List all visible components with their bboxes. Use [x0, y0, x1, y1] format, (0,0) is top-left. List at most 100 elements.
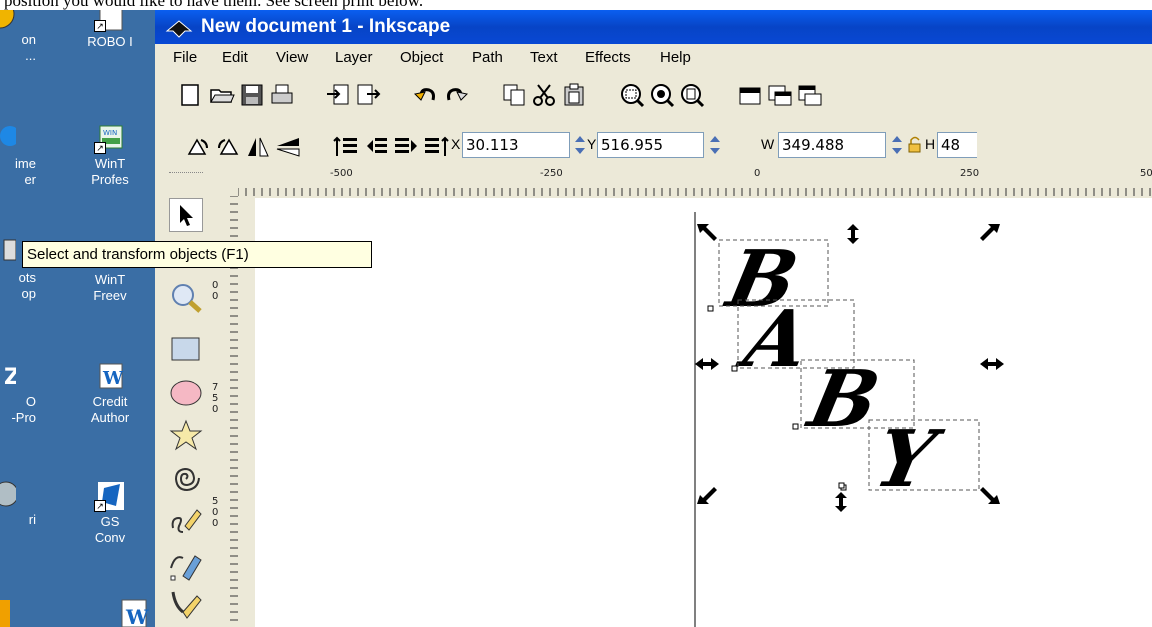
width-field[interactable]: 349.488: [778, 132, 886, 158]
unlink-clone-icon[interactable]: [797, 82, 823, 108]
zoom-drawing-icon[interactable]: [649, 82, 675, 108]
menu-layer[interactable]: Layer: [335, 44, 373, 72]
menu-bar: File Edit View Layer Object Path Text Ef…: [155, 44, 1152, 72]
menu-view[interactable]: View: [276, 44, 308, 72]
converter-icon: ↗: [94, 480, 126, 512]
letter-y[interactable]: Y: [868, 413, 950, 505]
w-spin-icon[interactable]: [890, 132, 904, 158]
desktop-icon[interactable]: W Credit Author: [70, 360, 150, 426]
new-document-icon[interactable]: [177, 82, 203, 108]
desktop-icon-label: on ...: [21, 32, 36, 63]
y-coordinate-field[interactable]: 516.955: [597, 132, 704, 158]
duplicate-icon[interactable]: [737, 82, 763, 108]
desktop-icon-label: ri: [28, 512, 36, 527]
rectangle-tool-icon[interactable]: [169, 332, 203, 366]
h-label: H: [925, 136, 936, 152]
menu-text[interactable]: Text: [530, 44, 558, 72]
x-label: X: [451, 136, 461, 152]
pencil-tool-icon[interactable]: [169, 504, 203, 538]
resize-handle-ne: [980, 224, 1000, 241]
desktop-icon[interactable]: ri: [0, 478, 40, 528]
menu-help[interactable]: Help: [660, 44, 691, 72]
zoom-page-icon[interactable]: [679, 82, 705, 108]
calligraphy-tool-icon[interactable]: [169, 588, 203, 622]
resize-handle-n: [847, 224, 859, 244]
spiral-tool-icon[interactable]: [169, 462, 203, 496]
desktop-icon-label: ime er: [15, 156, 36, 187]
x-coordinate-field[interactable]: 30.113: [462, 132, 570, 158]
word-doc-icon: W: [118, 596, 150, 627]
ellipse-tool-icon[interactable]: [169, 376, 203, 410]
print-icon[interactable]: [269, 82, 295, 108]
lower-to-bottom-icon[interactable]: [423, 134, 449, 160]
export-icon[interactable]: [355, 82, 381, 108]
selector-tooltip: Select and transform objects (F1): [22, 241, 372, 268]
desktop-icon[interactable]: ↗ GS Conv: [70, 480, 150, 546]
lower-icon[interactable]: [393, 134, 419, 160]
artwork: B A B Y: [694, 212, 1004, 627]
zoom-selection-icon[interactable]: [619, 82, 645, 108]
app-icon: [0, 10, 16, 30]
rotate-cw-icon[interactable]: [215, 134, 241, 160]
title-bar[interactable]: New document 1 - Inkscape: [155, 10, 1152, 44]
ruler-label: 0: [754, 168, 761, 179]
raise-icon[interactable]: [363, 134, 389, 160]
menu-effects[interactable]: Effects: [585, 44, 631, 72]
desktop-icon-label: ROBO I: [87, 34, 133, 49]
paste-icon[interactable]: [561, 82, 587, 108]
inkscape-logo-icon: [165, 17, 193, 38]
svg-text:W: W: [125, 605, 149, 627]
flip-vertical-icon[interactable]: [275, 134, 301, 160]
ruler-label: 0: [212, 291, 219, 302]
desktop-icon-label: Credit Author: [90, 394, 130, 425]
star-tool-icon[interactable]: [169, 418, 203, 452]
ruler-label: -500: [330, 168, 353, 179]
menu-path[interactable]: Path: [472, 44, 503, 72]
desktop-icon[interactable]: ↗ ROBO I: [70, 10, 150, 50]
pen-tool-icon[interactable]: [169, 548, 203, 582]
menu-edit[interactable]: Edit: [222, 44, 248, 72]
rotate-ccw-icon[interactable]: [185, 134, 211, 160]
desktop-icon-label: GS Conv: [94, 514, 126, 545]
open-folder-icon[interactable]: [209, 82, 235, 108]
app-icon: [0, 478, 19, 510]
save-icon[interactable]: [239, 82, 265, 108]
ruler-label: -250: [540, 168, 563, 179]
ruler-label: 7: [212, 382, 219, 393]
desktop-icon[interactable]: on ...: [0, 10, 40, 64]
height-field[interactable]: 48: [937, 132, 977, 158]
flip-horizontal-icon[interactable]: [245, 134, 271, 160]
ruler-corner: [208, 168, 238, 196]
rotation-center[interactable]: [838, 482, 845, 489]
word-doc-icon: W: [94, 360, 126, 392]
clone-icon[interactable]: [767, 82, 793, 108]
redo-icon[interactable]: [443, 82, 469, 108]
raise-to-top-icon[interactable]: [333, 134, 359, 160]
desktop-icon[interactable]: Z O -Pro: [0, 360, 40, 426]
ruler-label: 0: [212, 507, 219, 518]
copy-icon[interactable]: [501, 82, 527, 108]
document-icon: ↗: [94, 10, 126, 32]
ruler-label: 500: [1140, 168, 1152, 179]
resize-handle-nw: [697, 224, 717, 241]
menu-file[interactable]: File: [173, 44, 197, 72]
inkscape-window: New document 1 - Inkscape File Edit View…: [155, 10, 1152, 627]
x-spin-icon[interactable]: [573, 132, 587, 158]
zoom-tool-icon[interactable]: [169, 282, 203, 316]
letter-b-2[interactable]: B: [800, 353, 887, 445]
menu-object[interactable]: Object: [400, 44, 443, 72]
desktop-icon-label: WinT Freev: [93, 272, 127, 303]
desktop-icon[interactable]: WIN ↗ WinT Profes: [70, 122, 150, 188]
app-icon: [0, 122, 20, 154]
y-spin-icon[interactable]: [708, 132, 722, 158]
selector-tool-icon[interactable]: [169, 198, 203, 232]
ruler-label: 250: [960, 168, 980, 179]
desktop-icon-label: O -Pro: [11, 394, 36, 425]
tools-panel: [155, 168, 208, 627]
lock-proportions-icon[interactable]: [907, 135, 923, 155]
undo-icon[interactable]: [413, 82, 439, 108]
drawing-canvas[interactable]: B A B Y: [255, 198, 1152, 627]
cut-icon[interactable]: [531, 82, 557, 108]
import-icon[interactable]: [325, 82, 351, 108]
desktop-icon[interactable]: ime er: [0, 122, 40, 188]
